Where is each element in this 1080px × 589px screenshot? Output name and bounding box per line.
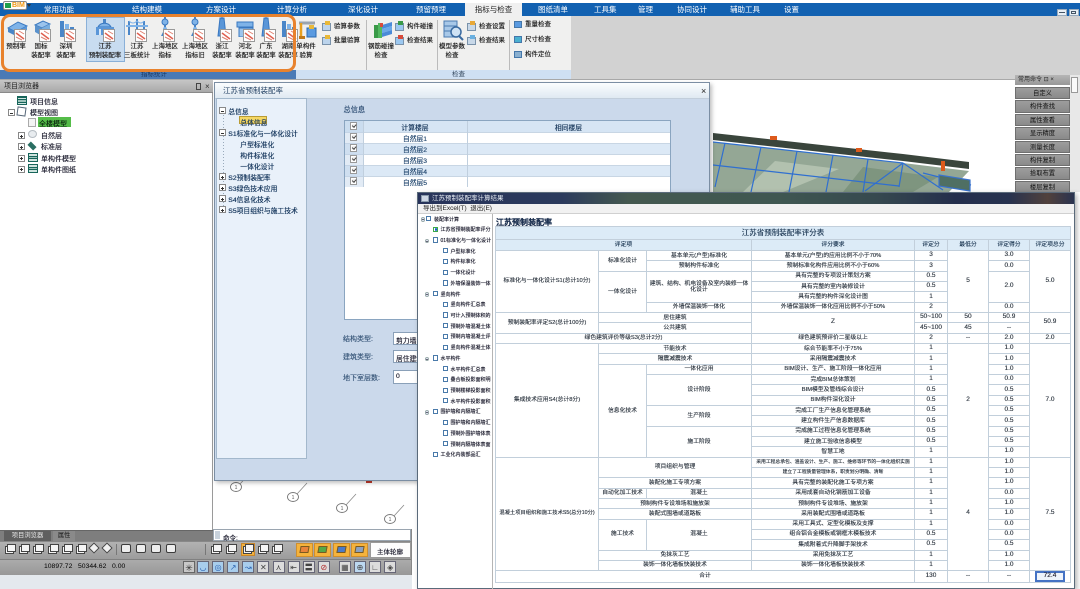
- svg-text:1: 1: [389, 517, 392, 523]
- svg-text:1: 1: [292, 495, 295, 501]
- svg-text:1: 1: [235, 485, 238, 491]
- svg-text:1: 1: [341, 506, 344, 512]
